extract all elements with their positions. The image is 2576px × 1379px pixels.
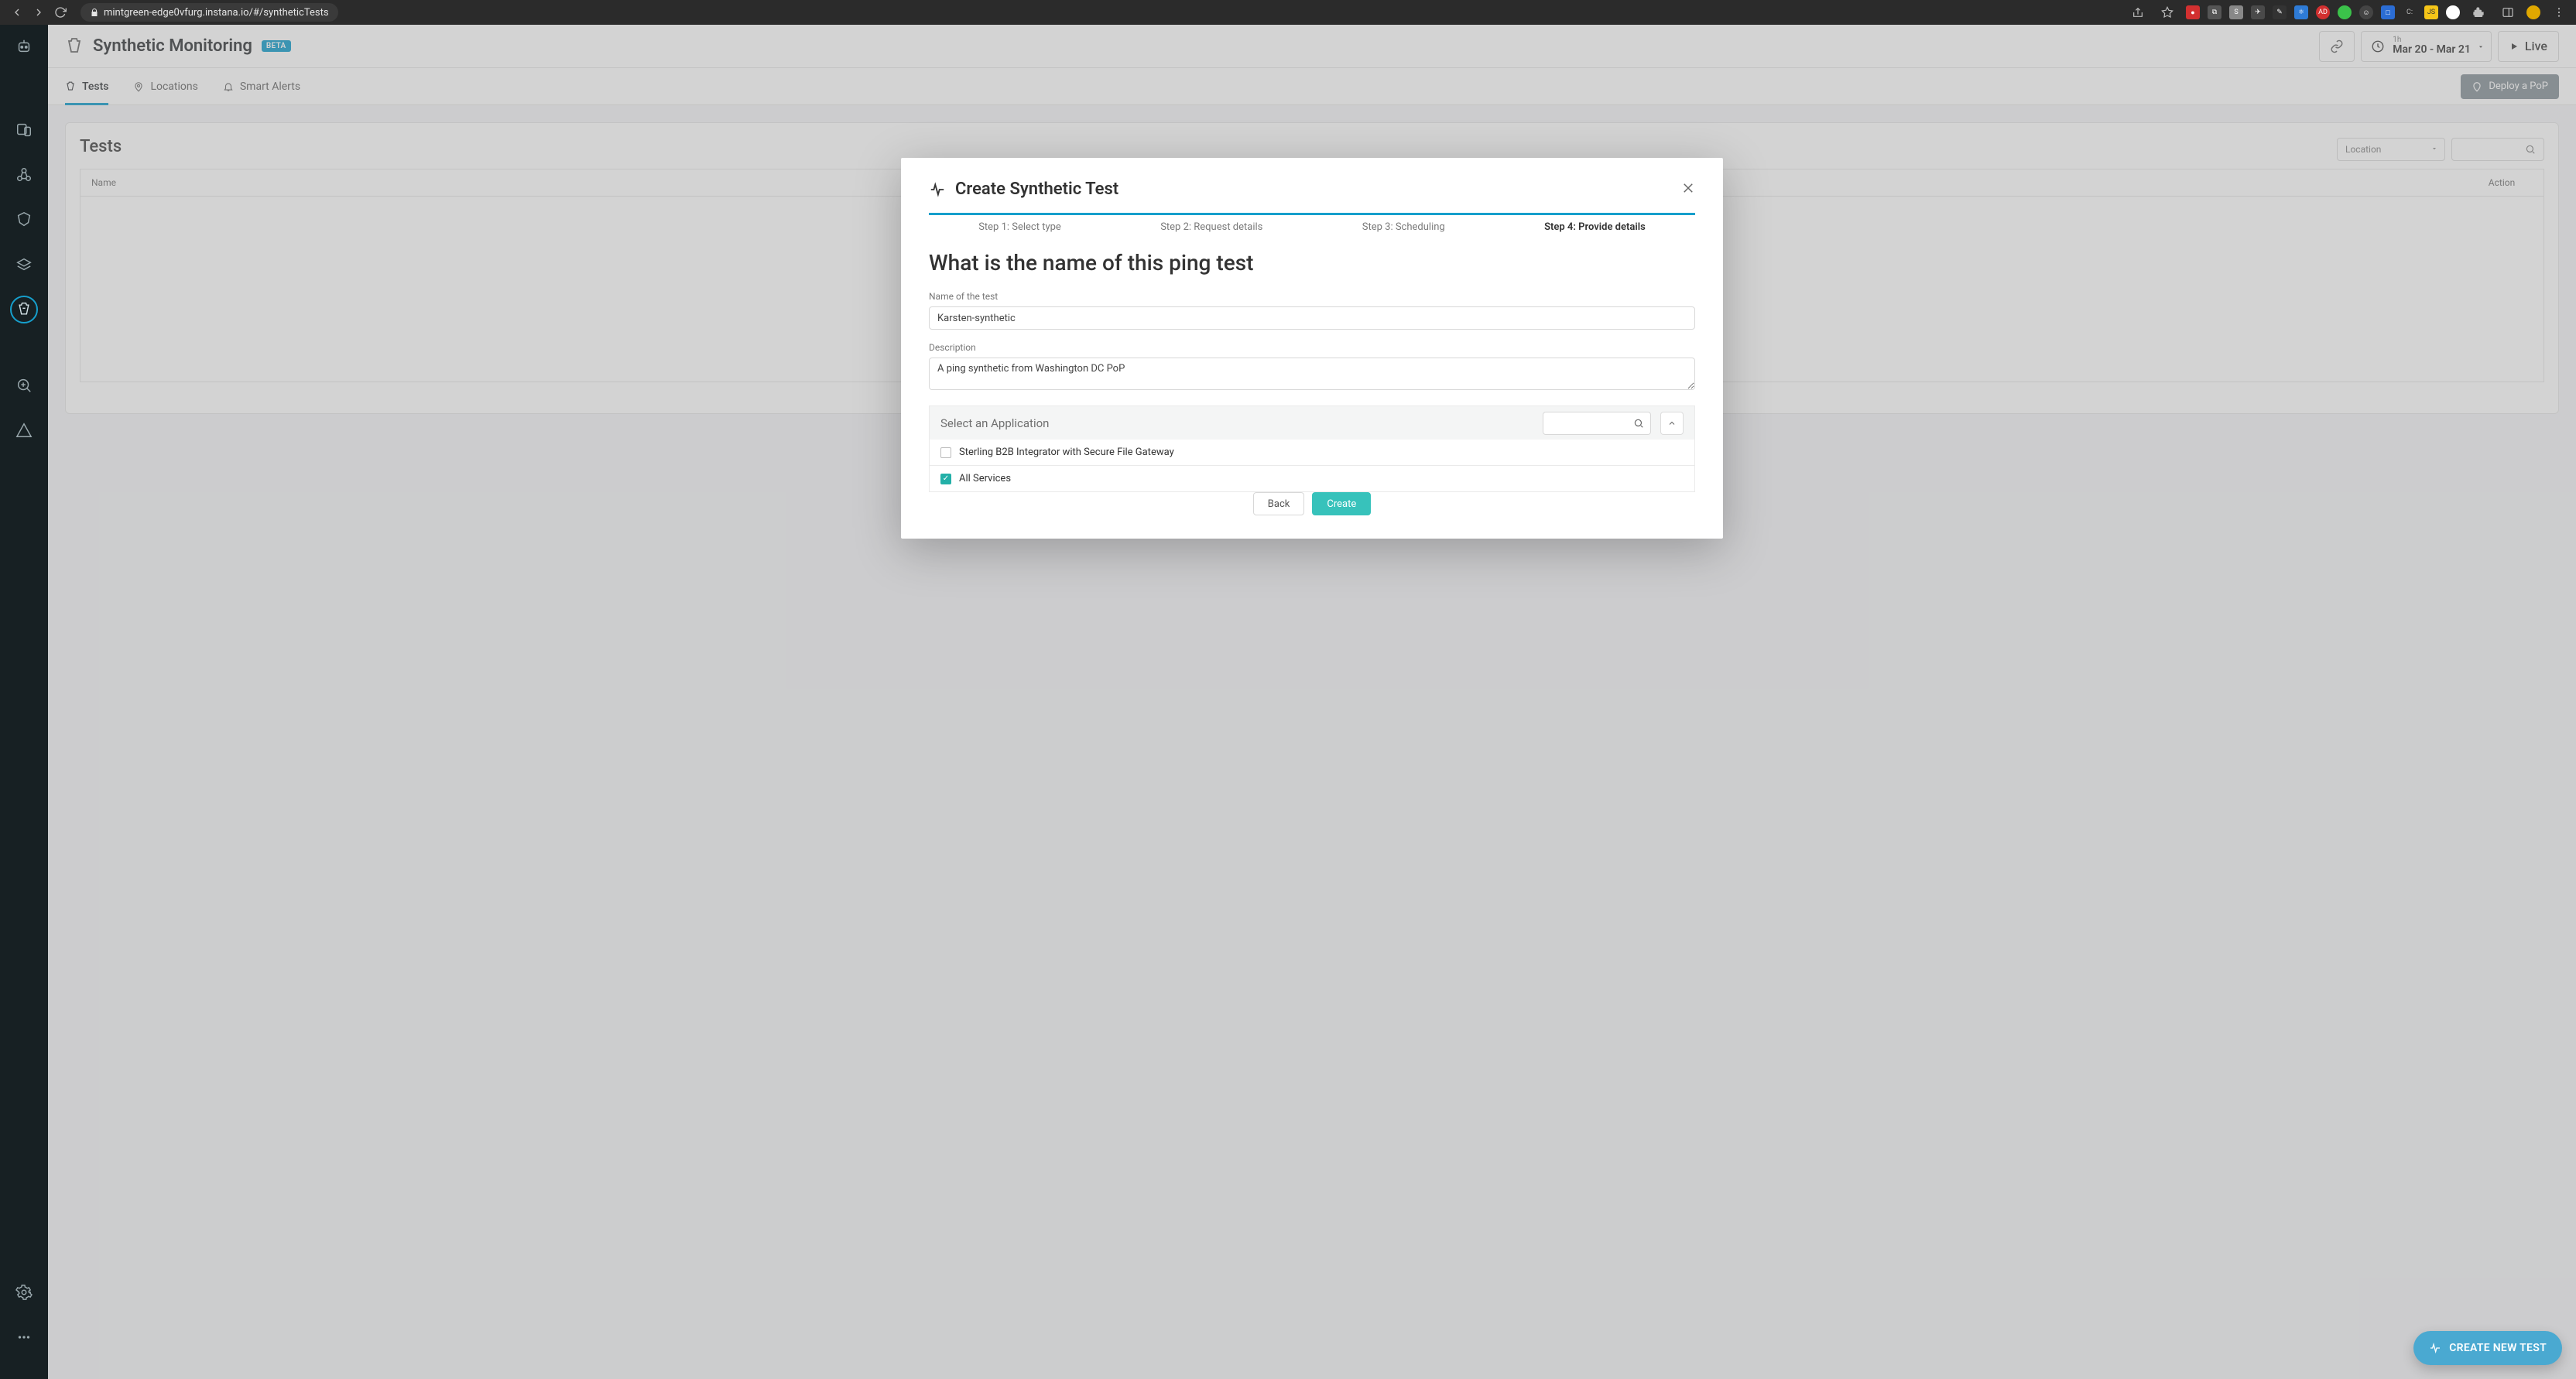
browser-forward-button[interactable]: [28, 2, 50, 23]
application-collapse-button[interactable]: [1660, 412, 1684, 435]
share-icon[interactable]: [2127, 2, 2149, 23]
browser-extension-tray: ● ⧉ S ✈ ✎ ⚛ AD ☺ □ C: JS: [2127, 2, 2570, 23]
ext-icon-8[interactable]: [2338, 5, 2352, 19]
ext-icon-3[interactable]: S: [2229, 5, 2243, 19]
sidebar-kubernetes-icon[interactable]: [10, 206, 38, 234]
panel-icon[interactable]: [2497, 2, 2519, 23]
wizard-step-1[interactable]: Step 1: Select type: [978, 221, 1061, 233]
fab-label: CREATE NEW TEST: [2449, 1342, 2547, 1354]
pulse-icon: [929, 181, 946, 198]
search-icon: [1633, 418, 1644, 429]
lock-icon: [90, 8, 99, 17]
sidebar-infrastructure-icon[interactable]: [10, 251, 38, 279]
sidebar-settings-icon[interactable]: [10, 1278, 38, 1306]
sidebar-events-icon[interactable]: [10, 416, 38, 444]
chrome-menu-icon[interactable]: [2548, 2, 2570, 23]
sidebar-websites-icon[interactable]: [10, 116, 38, 144]
ext-icon-13[interactable]: [2446, 5, 2460, 19]
checkbox-unchecked-icon[interactable]: [940, 447, 951, 458]
ext-icon-9[interactable]: ☺: [2359, 5, 2373, 19]
application-option-all-services[interactable]: ✓ All Services: [929, 466, 1695, 492]
application-search-input[interactable]: [1543, 412, 1651, 435]
wizard-steps: Step 1: Select type Step 2: Request deta…: [929, 221, 1695, 233]
bookmark-star-icon[interactable]: [2156, 2, 2178, 23]
ext-icon-7[interactable]: AD: [2316, 5, 2330, 19]
modal-close-button[interactable]: [1681, 181, 1695, 198]
sidebar-more-icon[interactable]: [10, 1323, 38, 1351]
application-option-label: Sterling B2B Integrator with Secure File…: [959, 447, 1174, 458]
application-select-header: Select an Application: [929, 405, 1695, 440]
wizard-step-3[interactable]: Step 3: Scheduling: [1362, 221, 1445, 233]
description-field-label: Description: [929, 342, 1695, 353]
back-button[interactable]: Back: [1253, 492, 1305, 515]
wizard-progress-bar: [929, 213, 1695, 215]
ext-icon-6[interactable]: ⚛: [2294, 5, 2308, 19]
checkbox-checked-icon[interactable]: ✓: [940, 474, 951, 484]
ext-icon-1[interactable]: ●: [2186, 5, 2200, 19]
wizard-step-2[interactable]: Step 2: Request details: [1160, 221, 1262, 233]
pulse-icon: [2429, 1342, 2441, 1354]
modal-title: Create Synthetic Test: [955, 180, 1118, 199]
create-synthetic-test-modal: Create Synthetic Test Step 1: Select typ…: [901, 158, 1723, 539]
ext-icon-12[interactable]: JS: [2424, 5, 2438, 19]
wizard-step-4[interactable]: Step 4: Provide details: [1544, 221, 1646, 233]
name-field-label: Name of the test: [929, 291, 1695, 302]
sidebar-synthetic-icon[interactable]: [10, 296, 38, 323]
ext-icon-5[interactable]: ✎: [2273, 5, 2287, 19]
extensions-menu-icon[interactable]: [2468, 2, 2489, 23]
browser-url-text: mintgreen-edge0vfurg.instana.io/#/synthe…: [104, 7, 329, 19]
ext-icon-10[interactable]: □: [2381, 5, 2395, 19]
application-select-label: Select an Application: [940, 416, 1533, 430]
app-sidebar: [0, 25, 48, 1379]
sidebar-analytics-icon[interactable]: [10, 371, 38, 399]
close-icon: [1681, 181, 1695, 195]
application-option-sterling[interactable]: Sterling B2B Integrator with Secure File…: [929, 440, 1695, 466]
ext-icon-4[interactable]: ✈: [2251, 5, 2265, 19]
create-new-test-fab[interactable]: CREATE NEW TEST: [2413, 1331, 2562, 1365]
browser-back-button[interactable]: [6, 2, 28, 23]
browser-chrome-bar: mintgreen-edge0vfurg.instana.io/#/synthe…: [0, 0, 2576, 25]
browser-reload-button[interactable]: [50, 2, 71, 23]
profile-avatar-icon[interactable]: [2526, 5, 2540, 19]
browser-url-bar[interactable]: mintgreen-edge0vfurg.instana.io/#/synthe…: [80, 3, 338, 22]
sidebar-applications-icon[interactable]: [10, 161, 38, 189]
create-button[interactable]: Create: [1312, 492, 1371, 515]
form-heading: What is the name of this ping test: [929, 250, 1695, 275]
test-name-input[interactable]: [929, 306, 1695, 330]
sidebar-robot-icon[interactable]: [10, 33, 38, 60]
application-option-label: All Services: [959, 473, 1011, 484]
ext-icon-2[interactable]: ⧉: [2208, 5, 2221, 19]
chevron-up-icon: [1667, 419, 1677, 428]
ext-icon-11[interactable]: C:: [2403, 5, 2417, 19]
test-description-input[interactable]: A ping synthetic from Washington DC PoP: [929, 358, 1695, 390]
